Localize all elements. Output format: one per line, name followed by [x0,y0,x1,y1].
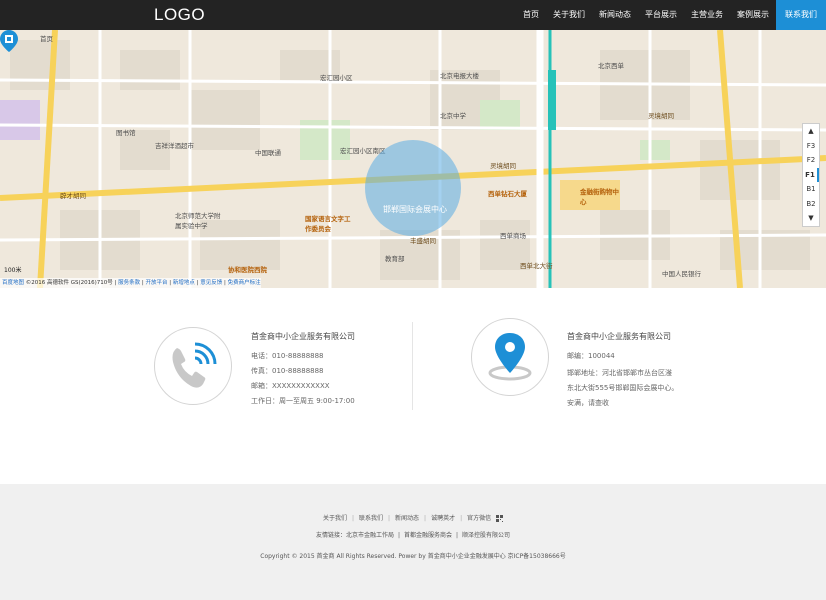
floor-b2[interactable]: B2 [803,197,819,212]
address-line: 东北大街555号邯郸国际会展中心。 [567,384,679,392]
map-pin-icon[interactable] [0,30,18,52]
location-icon-circle [471,318,549,396]
nav-business[interactable]: 主营业务 [684,0,730,30]
nav-platform[interactable]: 平台展示 [638,0,684,30]
map-label: 教育部 [385,255,405,263]
address-note: 安满，请查收 [567,399,609,407]
map-link-open[interactable]: 开放平台 [146,280,168,286]
map-label: 北京电报大楼 [440,72,479,80]
contact-section [0,288,826,484]
baidu-map[interactable]: 首页 辟才胡同 宏汇园小区 北京西单 中国联通 宏汇园小区南区 国家语言文字工作… [0,30,826,288]
floor-down-icon[interactable]: ▼ [803,211,819,226]
map-label: 图书馆 [116,129,136,137]
working-hours: 工作日：周一至周五 9:00-17:00 [251,397,355,405]
center-location-label: 邯郸国际会展中心 [383,205,447,214]
phone-info: 首金商中小企业服务有限公司 电话：010-88888888 传真：010-888… [251,329,355,409]
top-header: LOGO 首页 关于我们 新闻动态 平台展示 主营业务 案例展示 联系我们 [0,0,826,30]
floor-f3[interactable]: F3 [803,139,819,154]
map-label: 协和医院西院 [228,266,267,274]
copyright: Copyright © 2015 首金商 All Rights Reserved… [260,553,566,560]
map-label: 吉祥洋酒超市 [155,142,194,150]
floor-up-icon[interactable]: ▲ [803,124,819,139]
footer-link-news[interactable]: 新闻动态 [395,515,419,522]
map-label: 灵境胡同 [648,112,674,120]
location-highlight [365,140,461,236]
address-info: 首金商中小企业服务有限公司 邮编：100044 邯郸地址：河北省邯郸市丛台区滏 … [567,329,687,411]
nav-cases[interactable]: 案例展示 [730,0,776,30]
company-name: 首金商中小企业服务有限公司 [567,332,671,341]
baidu-map-logo[interactable]: 百度地图 [2,280,24,286]
map-label: 北京西单 [598,62,624,70]
friend-links-label: 友情链接： [315,532,346,539]
site-logo[interactable]: LOGO [154,5,205,25]
footer-links: 关于我们 | 联系我们 | 新闻动态 | 诚聘英才 | 官方微信 [0,513,826,522]
floor-f1[interactable]: F1 [803,167,819,182]
map-label: 北京中学 [440,112,466,120]
map-label: 西单商场 [500,232,526,240]
phone-icon-circle [154,327,232,405]
qr-code-icon[interactable] [496,515,504,522]
site-footer [0,484,826,600]
nav-home[interactable]: 首页 [516,0,546,30]
map-label: 金融街购物中心 [580,188,619,206]
nav-contact[interactable]: 联系我们 [776,0,826,30]
map-copyright: ©2016 高德软件 GS(2016)710号 [25,280,113,286]
map-label: 丰盛胡同 [410,237,436,245]
phone-icon [172,342,217,388]
nav-about[interactable]: 关于我们 [546,0,592,30]
location-pin-icon [488,333,532,381]
floor-selector[interactable]: ▲ F3 F2 F1 B1 B2 ▼ [802,123,820,227]
map-attribution: 百度地图 ©2016 高德软件 GS(2016)710号 | 服务条款 | 开放… [0,278,261,288]
map-label: 国家语言文字工作委员会 [305,215,351,233]
friend-link[interactable]: 顺泽控股有限公司 [462,532,510,539]
map-label: 宏汇园小区 [320,74,353,82]
footer-link-wechat[interactable]: 官方微信 [467,515,491,522]
footer-link-about[interactable]: 关于我们 [323,515,347,522]
map-label: 首页 [40,35,53,43]
map-link-merchant[interactable]: 免费商户标注 [228,280,261,286]
main-nav: 首页 关于我们 新闻动态 平台展示 主营业务 案例展示 联系我们 [516,0,826,30]
fax-number: 传真：010-88888888 [251,367,324,375]
nav-news[interactable]: 新闻动态 [592,0,638,30]
map-scale-label: 100米 [4,267,22,274]
map-label: 灵境胡同 [490,162,516,170]
postal-code: 邮编：100044 [567,352,615,360]
floor-f2[interactable]: F2 [803,153,819,168]
map-label: 西单钻石大厦 [488,190,527,198]
map-label: 中国人民银行 [662,270,701,278]
map-label: 西单北大街 [520,262,553,270]
friend-link[interactable]: 北京市金融工作局 [346,532,394,539]
friend-link[interactable]: 首都金融服务商会 [404,532,452,539]
footer-link-contact[interactable]: 联系我们 [359,515,383,522]
map-label: 辟才胡同 [60,192,86,200]
friend-links: 友情链接：北京市金融工作局 | 首都金融服务商会 | 顺泽控股有限公司 [315,532,511,539]
floor-b1[interactable]: B1 [803,182,819,197]
email-address: 邮箱：XXXXXXXXXXXX [251,382,330,390]
map-label: 中国联通 [255,149,281,157]
map-link-feedback[interactable]: 意见反馈 [200,280,222,286]
company-name: 首金商中小企业服务有限公司 [251,332,355,341]
map-link-terms[interactable]: 服务条款 [118,280,140,286]
footer-link-jobs[interactable]: 诚聘英才 [431,515,455,522]
map-label: 北京师范大学附属实验中学 [175,212,221,230]
contact-divider [412,322,413,410]
address-line: 邯郸地址：河北省邯郸市丛台区滏 [567,369,672,377]
map-link-add[interactable]: 新增地点 [173,280,195,286]
phone-number: 电话：010-88888888 [251,352,324,360]
